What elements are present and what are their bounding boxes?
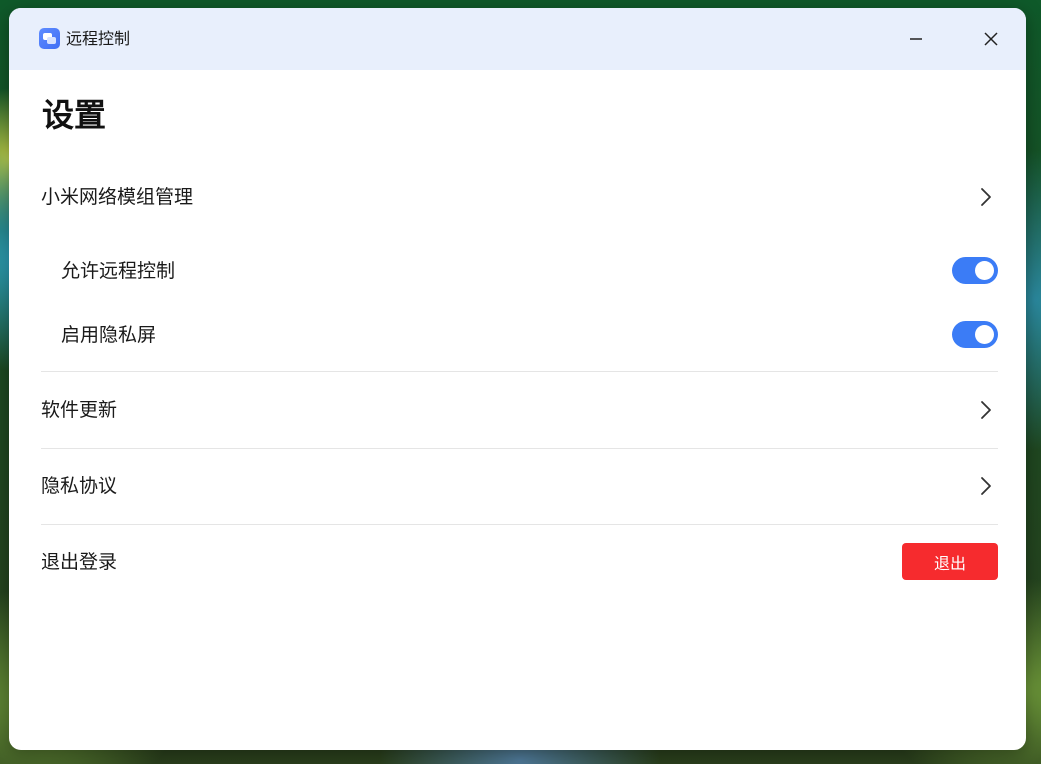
- toggle-knob: [975, 261, 994, 280]
- divider: [41, 524, 998, 525]
- logout-label: 退出登录: [41, 550, 118, 573]
- remote-control-window: 远程控制 设置 小米网络模组管理 允许远程控制 启用隐私屏 软件更新 隐私协议 …: [9, 8, 1026, 750]
- divider: [41, 448, 998, 449]
- privacy-screen-row: 启用隐私屏: [41, 321, 998, 348]
- chevron-right-icon[interactable]: [976, 474, 996, 498]
- logout-button[interactable]: 退出: [902, 543, 998, 580]
- minimize-icon: [910, 38, 922, 40]
- privacy-policy-row[interactable]: 隐私协议: [41, 474, 998, 498]
- remote-control-app-icon: [39, 28, 60, 49]
- privacy-screen-label: 启用隐私屏: [61, 323, 157, 346]
- divider: [41, 371, 998, 372]
- window-title: 远程控制: [66, 29, 131, 48]
- privacy-policy-label: 隐私协议: [41, 475, 118, 497]
- toggle-knob: [975, 325, 994, 344]
- allow-remote-control-row: 允许远程控制: [41, 257, 998, 284]
- close-button[interactable]: [976, 24, 1006, 54]
- logout-row: 退出登录 退出: [41, 543, 998, 580]
- network-module-label: 小米网络模组管理: [41, 186, 194, 208]
- network-module-row[interactable]: 小米网络模组管理: [41, 185, 998, 209]
- allow-remote-control-toggle[interactable]: [952, 257, 998, 284]
- close-icon: [984, 32, 998, 46]
- minimize-button[interactable]: [901, 24, 931, 54]
- software-update-row[interactable]: 软件更新: [41, 398, 998, 422]
- chevron-right-icon[interactable]: [976, 398, 996, 422]
- allow-remote-control-label: 允许远程控制: [61, 259, 176, 282]
- chevron-right-icon[interactable]: [976, 185, 996, 209]
- software-update-label: 软件更新: [41, 399, 118, 421]
- privacy-screen-toggle[interactable]: [952, 321, 998, 348]
- page-title: 设置: [42, 96, 107, 134]
- title-bar[interactable]: 远程控制: [9, 8, 1026, 70]
